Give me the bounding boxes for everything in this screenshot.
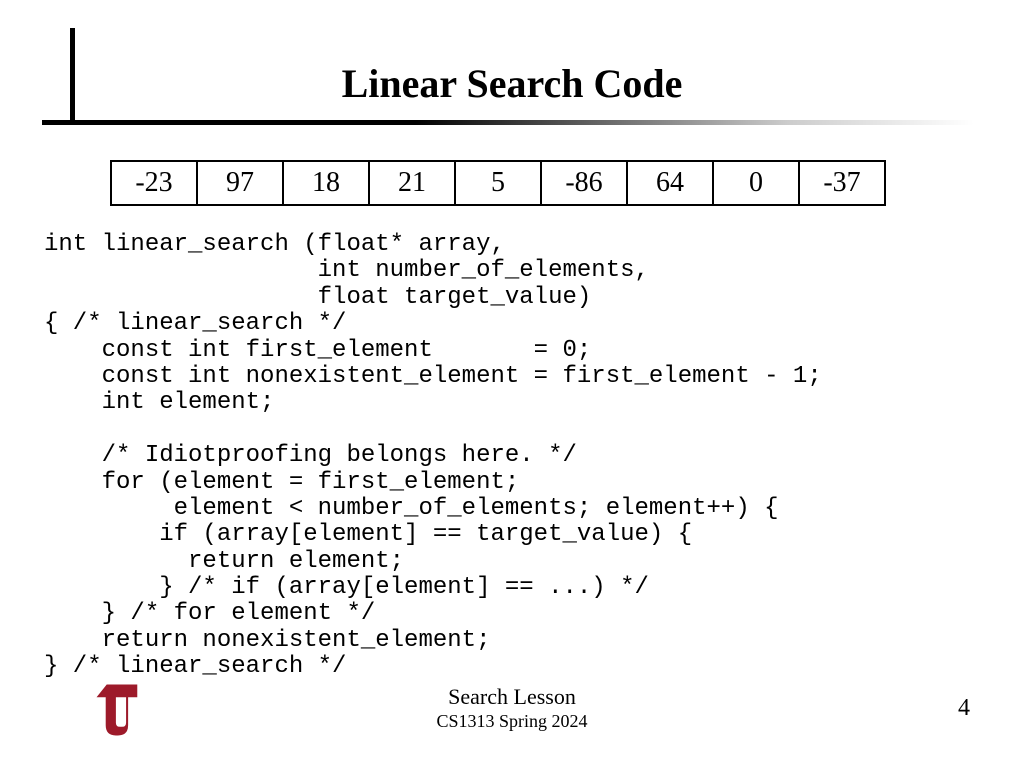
array-cell: 0 xyxy=(714,162,800,204)
array-cell: -23 xyxy=(112,162,198,204)
code-listing: int linear_search (float* array, int num… xyxy=(44,232,984,681)
array-cell: -86 xyxy=(542,162,628,204)
array-cell: 21 xyxy=(370,162,456,204)
array-cell: 64 xyxy=(628,162,714,204)
footer-course: CS1313 Spring 2024 xyxy=(0,711,1024,732)
array-cell: 18 xyxy=(284,162,370,204)
footer-lesson-title: Search Lesson xyxy=(0,684,1024,710)
slide: Linear Search Code -23 97 18 21 5 -86 64… xyxy=(0,0,1024,768)
page-number: 4 xyxy=(958,695,970,722)
example-array: -23 97 18 21 5 -86 64 0 -37 xyxy=(110,160,886,206)
slide-title: Linear Search Code xyxy=(0,60,1024,107)
array-cell: -37 xyxy=(800,162,886,204)
array-cell: 97 xyxy=(198,162,284,204)
title-rule-horizontal xyxy=(42,120,974,125)
array-cell: 5 xyxy=(456,162,542,204)
